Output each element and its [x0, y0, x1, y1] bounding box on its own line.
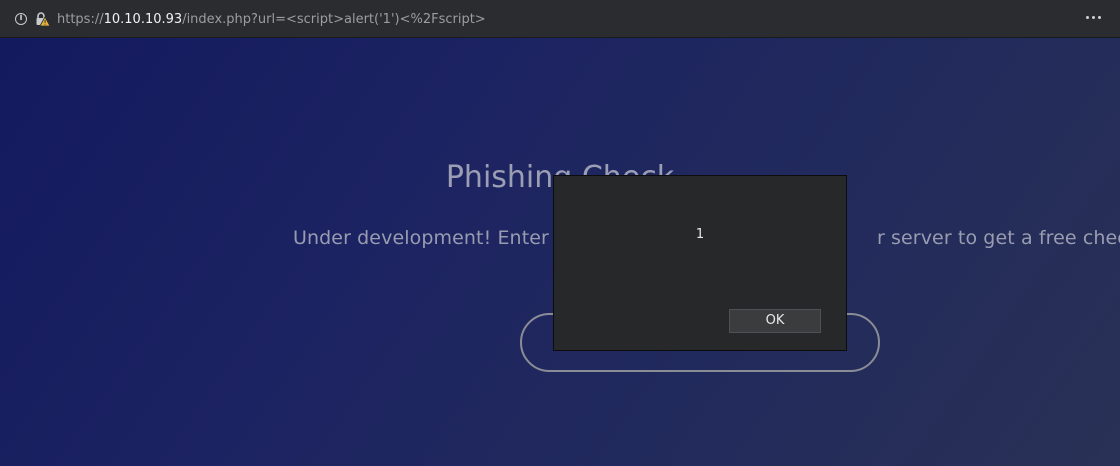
alert-message: 1	[695, 227, 705, 242]
subtitle-right: r server to get a free check.	[876, 227, 1120, 249]
alert-dialog: 1 OK	[553, 175, 847, 351]
url-host: 10.10.10.93	[103, 12, 183, 27]
url-field[interactable]: https://10.10.10.93/index.php?url=<scrip…	[57, 11, 486, 29]
url-path: /index.php?url=<script>alert('1')<%2Fscr…	[182, 12, 486, 27]
ok-button[interactable]: OK	[729, 309, 821, 333]
info-icon[interactable]: i	[15, 13, 27, 25]
more-actions-icon[interactable]	[1086, 13, 1104, 23]
subtitle-left: Under development! Enter	[293, 227, 549, 249]
warning-lock-icon[interactable]	[34, 11, 50, 27]
address-bar: i https://10.10.10.93/index.php?url=<scr…	[0, 0, 1120, 38]
url-scheme: https://	[57, 12, 104, 27]
